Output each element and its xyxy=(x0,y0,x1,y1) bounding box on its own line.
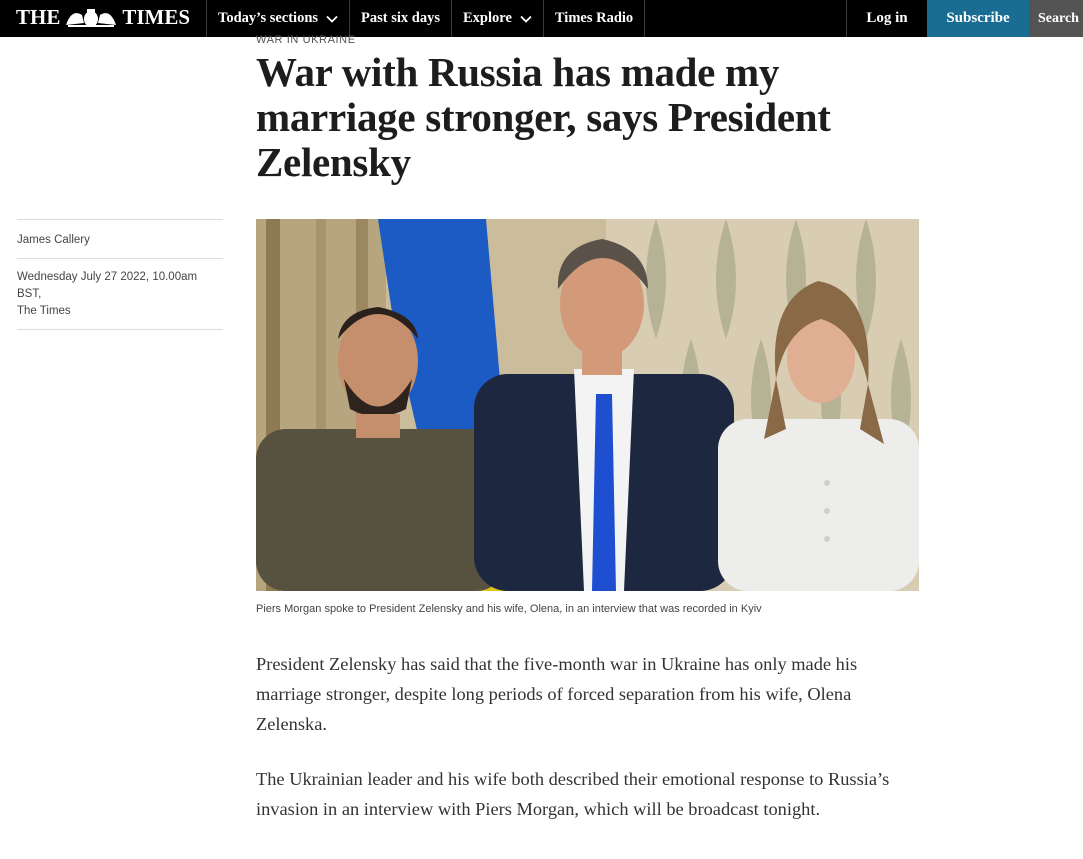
photo-illustration xyxy=(256,219,919,591)
article-photo xyxy=(256,219,919,591)
publish-date: Wednesday July 27 2022, 10.00am BST, xyxy=(17,271,198,300)
nav-label: Times Radio xyxy=(554,10,634,26)
logo-text-the: THE xyxy=(16,5,61,29)
times-logo[interactable]: THE TIMES xyxy=(16,5,190,30)
subscribe-button[interactable]: Subscribe xyxy=(927,0,1029,37)
nav-label: Explore xyxy=(463,10,512,26)
chevron-down-icon xyxy=(326,15,338,23)
author-row: James Callery xyxy=(17,219,223,258)
nav-past-six-days[interactable]: Past six days xyxy=(349,0,451,37)
nav-todays-sections[interactable]: Today’s sections xyxy=(206,0,349,37)
royal-crest-icon xyxy=(66,8,117,27)
article-kicker[interactable]: WAR IN UKRAINE xyxy=(256,34,356,46)
top-navigation-bar: THE TIMES Today’s sections Past six days… xyxy=(0,0,1083,37)
date-row: Wednesday July 27 2022, 10.00am BST, The… xyxy=(17,258,223,330)
logo-text-times: TIMES xyxy=(122,5,191,29)
main-nav: Today’s sections Past six days Explore T… xyxy=(206,0,646,37)
byline: James Callery Wednesday July 27 2022, 10… xyxy=(17,219,223,330)
chevron-down-icon xyxy=(520,15,532,23)
nav-explore[interactable]: Explore xyxy=(451,0,543,37)
nav-label: Past six days xyxy=(361,10,441,26)
author-name[interactable]: James Callery xyxy=(17,234,90,246)
article-paragraph: The Ukrainian leader and his wife both d… xyxy=(256,769,890,819)
article-paragraph: President Zelensky has said that the fiv… xyxy=(256,654,858,734)
photo-caption: Piers Morgan spoke to President Zelensky… xyxy=(256,603,762,615)
nav-times-radio[interactable]: Times Radio xyxy=(542,0,646,37)
search-button[interactable]: Search xyxy=(1029,0,1083,37)
nav-label: Today’s sections xyxy=(218,10,319,26)
publication-source: The Times xyxy=(17,305,71,317)
login-button[interactable]: Log in xyxy=(846,0,927,37)
article-headline: War with Russia has made my marriage str… xyxy=(256,49,831,185)
